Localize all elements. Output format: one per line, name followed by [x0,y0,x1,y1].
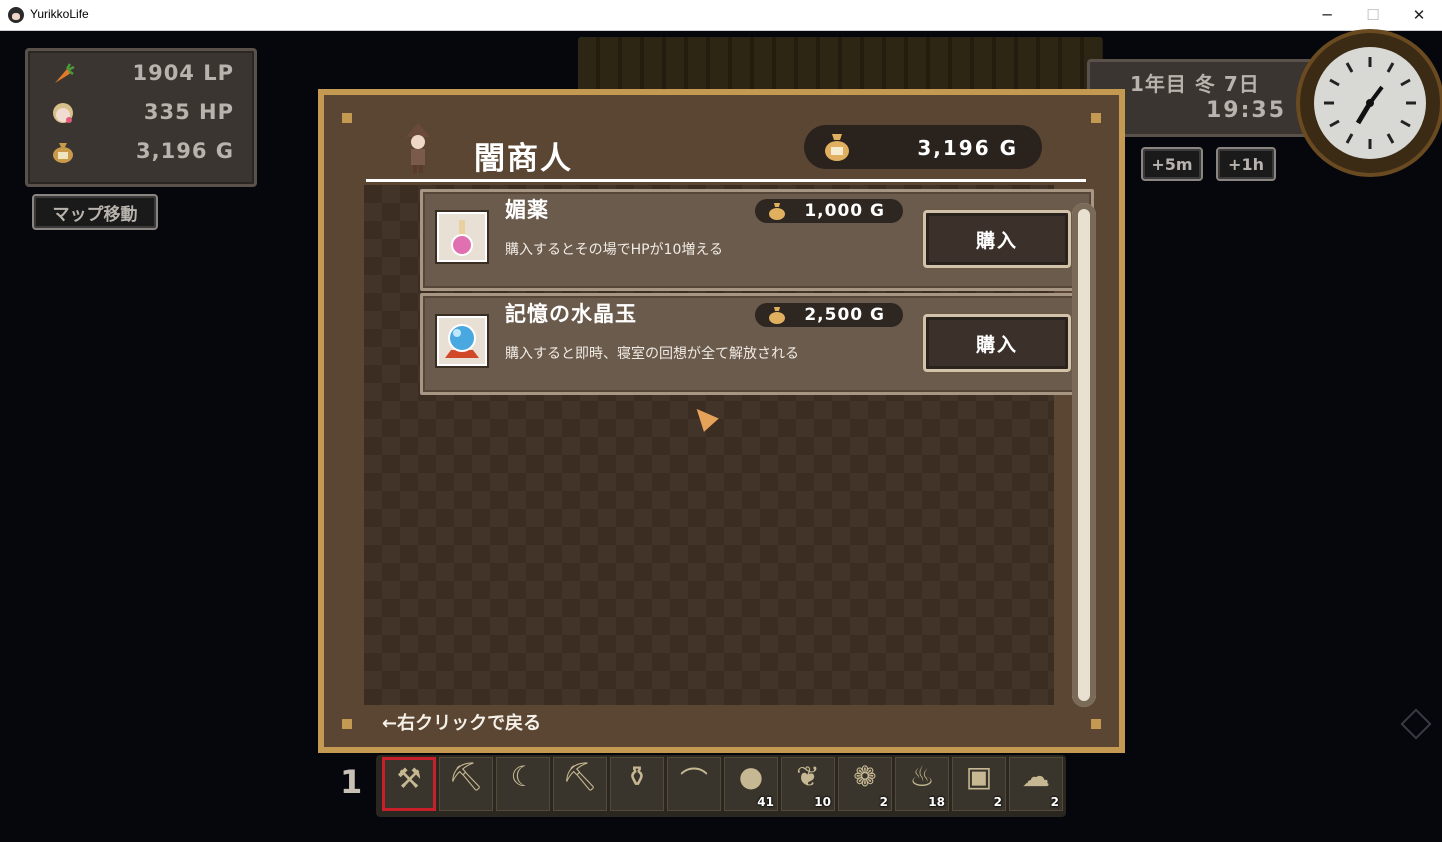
hotbar-slot[interactable]: ⚒ [382,757,436,811]
hotbar-slot[interactable]: ☁ 2 [1009,757,1063,811]
sickle-icon: ☾ [510,760,536,793]
item-list-area: 媚薬 1,000 G 購入するとその場でHPが10増える 購入 記憶の水晶玉 2… [364,185,1094,705]
title-divider [366,179,1086,182]
shop-panel: 闇商人 3,196 G 媚薬 1,000 G 購入するとその場でHPが10増える… [318,89,1125,753]
character-face-icon [53,103,73,123]
item-icon-frame [435,210,489,264]
window-title: YurikkoLife [30,7,89,21]
hp-value: 335 HP [143,100,234,124]
hoe-icon: ⛏ [562,760,598,793]
shop-item: 媚薬 1,000 G 購入するとその場でHPが10増える 購入 [420,189,1094,291]
shop-shelf-background [578,37,1103,93]
vine-icon: ❁ [853,760,877,793]
item-price: 1,000 G [755,199,903,223]
gold-bag-icon [53,143,73,163]
item-description: 購入するとその場でHPが10増える [505,242,723,258]
watering-can-icon: ⚱ [625,760,649,793]
gold-value: 3,196 G [136,139,234,163]
maximize-button[interactable]: ☐ [1350,0,1396,30]
shop-gold-display: 3,196 G [804,125,1042,169]
item-price-value: 2,500 G [804,305,885,325]
item-name: 媚薬 [505,198,549,222]
rice-icon: ☁ [1022,760,1050,793]
item-price-value: 1,000 G [804,201,885,221]
pickaxe-icon: ⛏ [448,760,484,793]
minimize-button[interactable]: ─ [1304,0,1350,30]
item-icon-frame [435,314,489,368]
clock-icon [1300,33,1440,173]
map-move-button[interactable]: マップ移動 [32,194,158,230]
shop-gold-value: 3,196 G [917,136,1018,160]
hotbar-slot[interactable]: ⛏ [553,757,607,811]
add-5-minutes-button[interactable]: +5m [1141,147,1203,181]
gold-bag-icon [825,134,849,161]
hotbar-page-number: 1 [340,763,363,801]
coal-icon: ● [738,760,764,793]
hotbar-slot[interactable]: ☾ [496,757,550,811]
gold-stat: 3,196 G [28,133,254,171]
crystal-ball-icon [445,324,479,358]
add-1-hour-button[interactable]: +1h [1216,147,1276,181]
hotbar-slot[interactable]: ♨ 18 [895,757,949,811]
slot-count: 41 [757,795,774,809]
potion-icon [451,220,473,256]
hammer-icon: ⚒ [396,762,422,795]
hotbar: 1 ⚒ ⛏ ☾ ⛏ ⚱ ⌒ ● 41 ❦ 10 ❁ 2 ♨ 18 ▣ 2 ☁ 2 [318,749,1125,839]
buy-button[interactable]: 購入 [923,210,1071,268]
shop-item: 記憶の水晶玉 2,500 G 購入すると即時、寝室の回想が全て解放される 購入 [420,293,1094,395]
lp-stat: 1904 LP [28,55,254,93]
player-stats-panel: 1904 LP 335 HP 3,196 G [25,48,257,187]
merchant-avatar [406,123,430,173]
close-button[interactable]: ✕ [1396,0,1442,30]
gold-bag-icon [769,307,785,324]
gold-bag-icon [769,203,785,220]
slot-count: 18 [928,795,945,809]
hotbar-slot[interactable]: ❁ 2 [838,757,892,811]
app-icon [8,7,24,23]
item-price: 2,500 G [755,303,903,327]
hotbar-slot[interactable]: ⚱ [610,757,664,811]
carrot-icon [55,63,75,83]
item-name: 記憶の水晶玉 [505,302,637,326]
slot-count: 2 [993,795,1002,809]
hotbar-slot[interactable]: ● 41 [724,757,778,811]
hotbar-slot[interactable]: ❦ 10 [781,757,835,811]
hotbar-slot[interactable]: ⌒ [667,757,721,811]
fishing-rod-icon: ⌒ [679,765,708,798]
buy-button[interactable]: 購入 [923,314,1071,372]
edamame-icon: ❦ [796,760,820,793]
shop-title: 闇商人 [474,141,573,177]
time-label: 19:35 [1206,98,1287,123]
slot-count: 2 [879,795,888,809]
hotbar-slot[interactable]: ⛏ [439,757,493,811]
diamond-icon [1400,708,1432,740]
hp-stat: 335 HP [28,94,254,132]
hotbar-slot[interactable]: ▣ 2 [952,757,1006,811]
milk-carton-icon: ▣ [965,760,993,793]
window-titlebar: YurikkoLife ─ ☐ ✕ [0,0,1442,31]
clock-face [1324,57,1416,149]
slot-count: 2 [1050,795,1059,809]
slot-count: 10 [814,795,831,809]
item-list-scrollbar[interactable] [1072,203,1096,707]
item-description: 購入すると即時、寝室の回想が全て解放される [505,346,799,362]
date-label: 1年目 冬 7日 [1130,72,1260,96]
lp-value: 1904 LP [132,61,234,85]
back-hint: ←右クリックで戻る [382,713,542,734]
game-viewport: 1904 LP 335 HP 3,196 G マップ移動 1年目 冬 7日 19… [0,31,1442,842]
chili-pepper-icon: ♨ [909,760,935,793]
